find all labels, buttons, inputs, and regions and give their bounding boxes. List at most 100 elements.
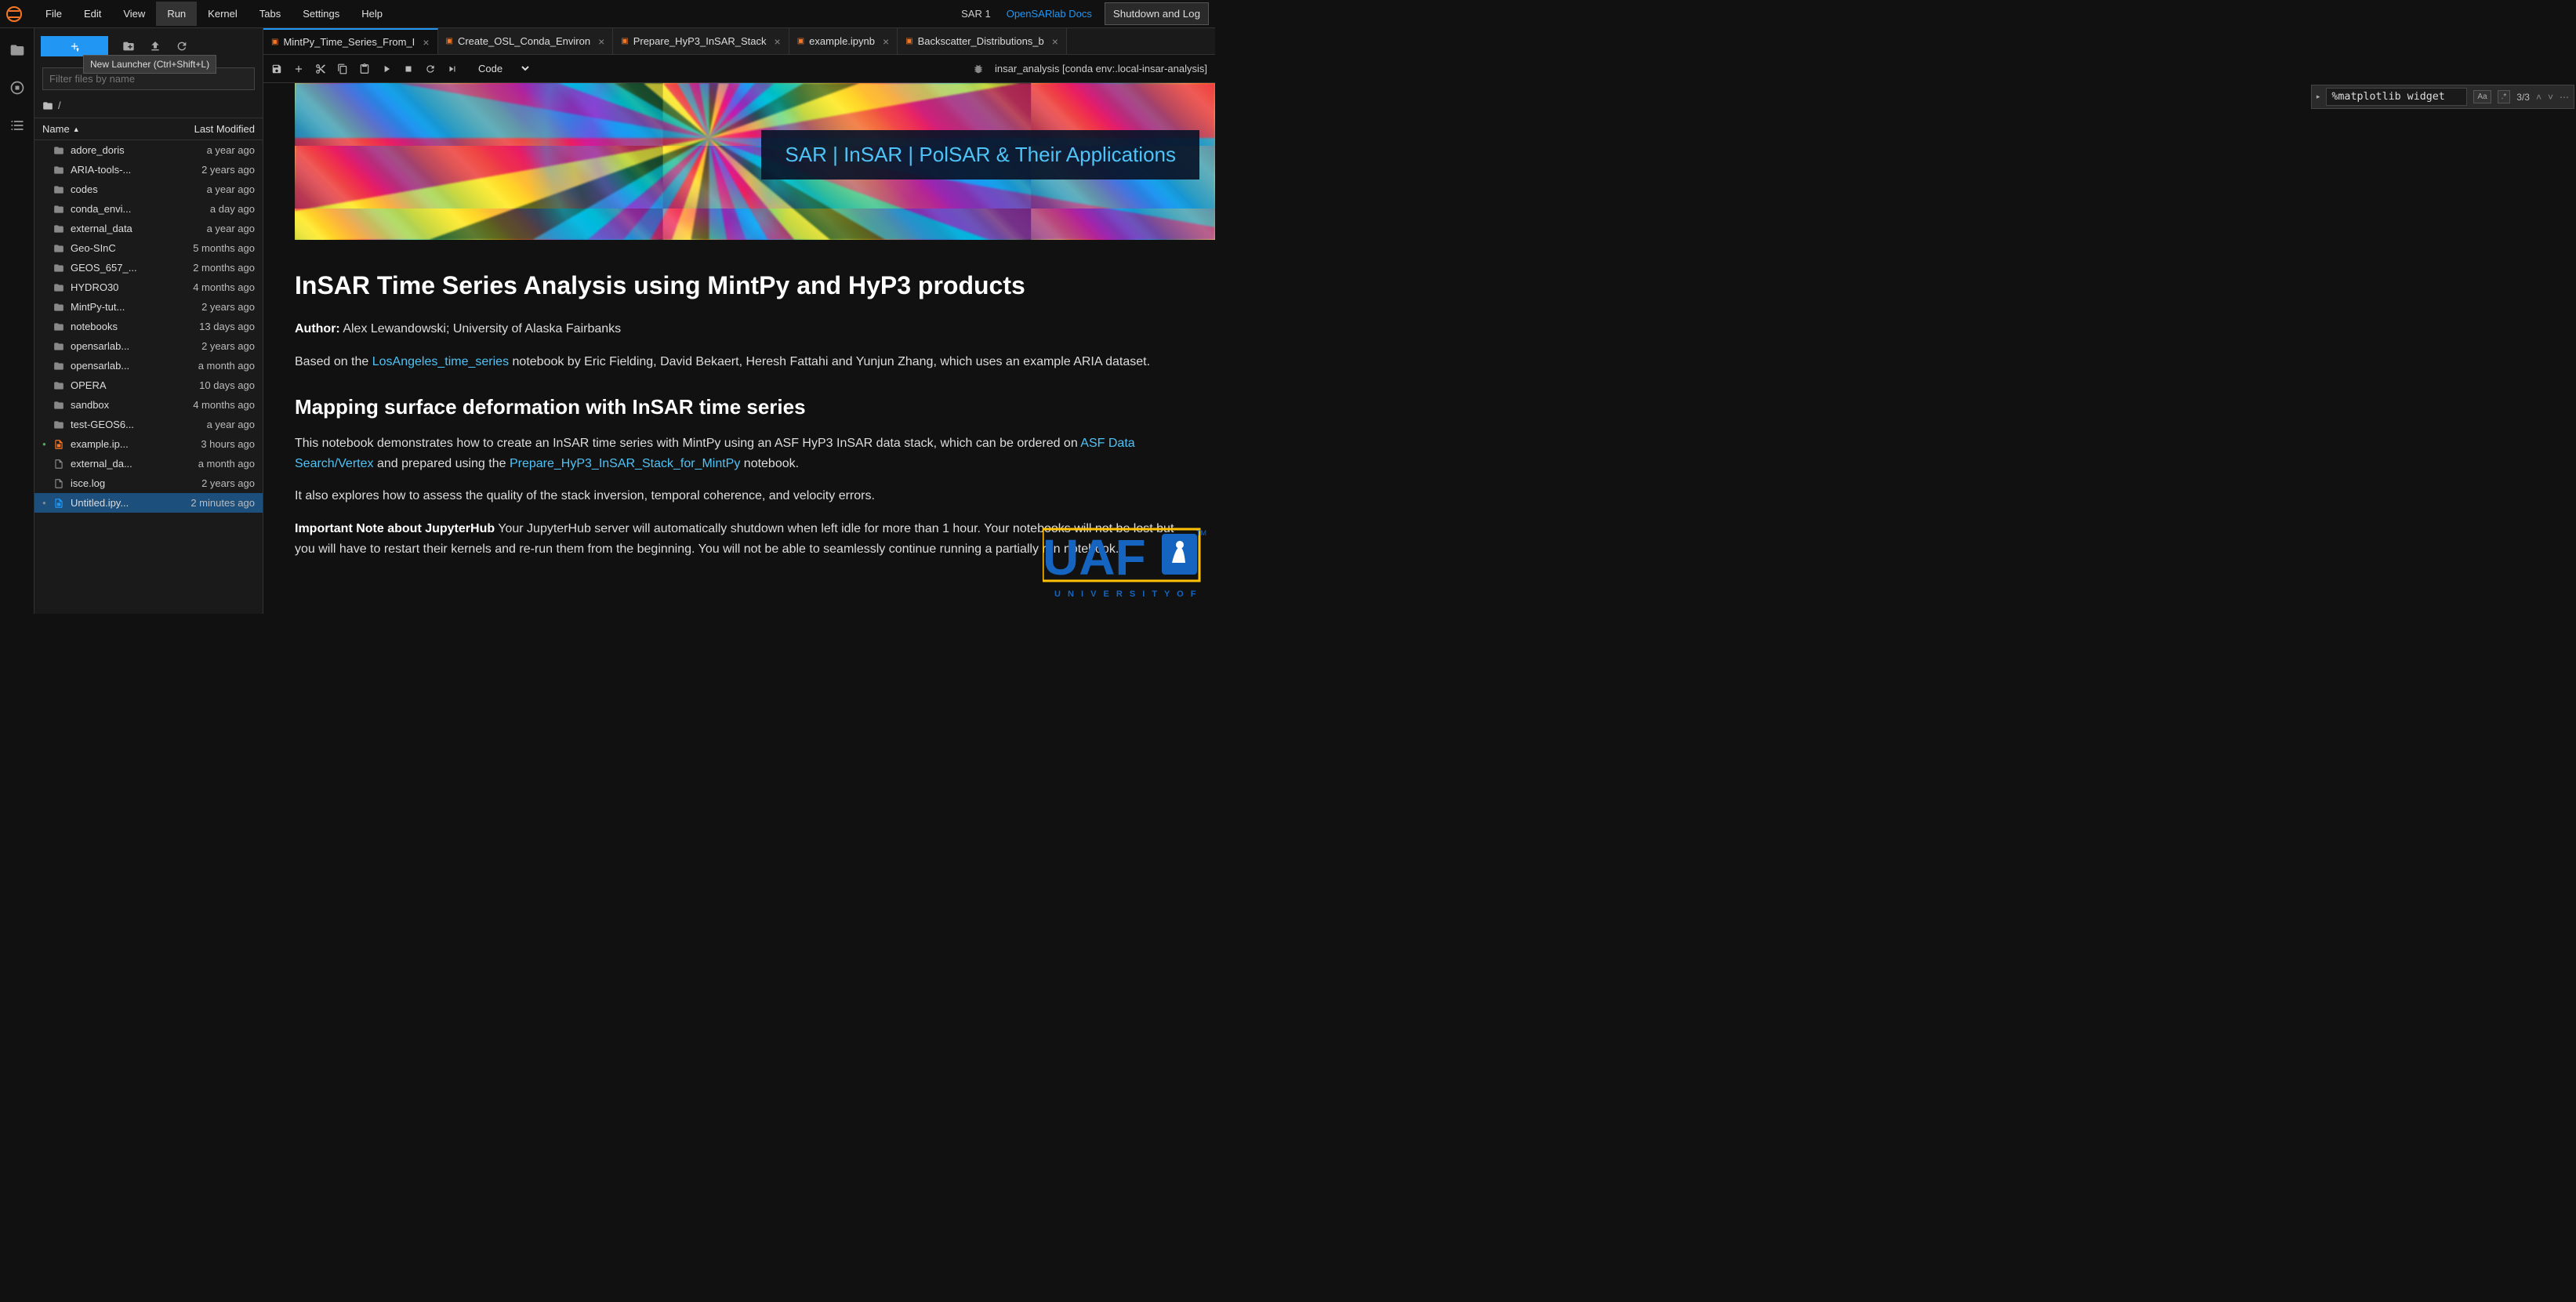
find-prev-icon[interactable]: ˄ xyxy=(2536,92,2542,103)
file-item[interactable]: ●example.ip...3 hours ago xyxy=(34,434,263,454)
find-next-icon[interactable]: ˅ xyxy=(2548,92,2553,103)
close-icon[interactable]: × xyxy=(423,36,429,49)
header-name-column[interactable]: Name ▲ xyxy=(42,123,194,135)
tab[interactable]: ▣example.ipynb× xyxy=(789,28,898,54)
case-sensitive-toggle[interactable]: Aa xyxy=(2473,90,2491,103)
file-name: ARIA-tools-... xyxy=(71,164,195,176)
debugger-icon[interactable] xyxy=(973,63,984,74)
file-item[interactable]: notebooks13 days ago xyxy=(34,317,263,336)
file-item[interactable]: MintPy-tut...2 years ago xyxy=(34,297,263,317)
file-name: opensarlab... xyxy=(71,340,195,352)
folder-icon xyxy=(42,100,53,111)
file-item[interactable]: external_dataa year ago xyxy=(34,219,263,238)
file-modified: a month ago xyxy=(198,360,255,372)
running-terminals-icon[interactable] xyxy=(9,80,25,96)
folder-icon[interactable] xyxy=(9,42,25,58)
intro-paragraph: This notebook demonstrates how to create… xyxy=(295,433,1184,473)
run-icon[interactable] xyxy=(381,63,392,74)
save-icon[interactable] xyxy=(271,63,282,74)
menu-tabs[interactable]: Tabs xyxy=(249,2,292,26)
cell-type-select[interactable]: Code xyxy=(469,59,532,78)
file-name: notebooks xyxy=(71,321,193,332)
menu-file[interactable]: File xyxy=(34,2,73,26)
breadcrumb-root: / xyxy=(58,100,61,111)
activity-bar xyxy=(0,28,34,614)
file-list-header: Name ▲ Last Modified xyxy=(34,118,263,140)
tab[interactable]: ▣Backscatter_Distributions_b× xyxy=(898,28,1067,54)
restart-icon[interactable] xyxy=(425,63,436,74)
file-item[interactable]: Geo-SInC5 months ago xyxy=(34,238,263,258)
file-modified: a year ago xyxy=(207,419,255,430)
kernel-name[interactable]: insar_analysis [conda env:.local-insar-a… xyxy=(995,63,1207,74)
stop-icon[interactable] xyxy=(403,63,414,74)
file-item[interactable]: external_da...a month ago xyxy=(34,454,263,473)
add-cell-icon[interactable] xyxy=(293,63,304,74)
find-input[interactable] xyxy=(2326,88,2467,106)
menu-help[interactable]: Help xyxy=(350,2,394,26)
shutdown-logout-button[interactable]: Shutdown and Log xyxy=(1105,2,1209,25)
opensarlab-docs-link[interactable]: OpenSARlab Docs xyxy=(999,2,1100,26)
find-count: 3/3 xyxy=(2516,92,2530,103)
menu-edit[interactable]: Edit xyxy=(73,2,112,26)
file-item[interactable]: codesa year ago xyxy=(34,180,263,199)
banner-text: SAR | InSAR | PolSAR & Their Application… xyxy=(785,143,1176,167)
file-item[interactable]: OPERA10 days ago xyxy=(34,375,263,395)
find-more-icon[interactable]: ⋯ xyxy=(2560,92,2569,103)
file-item[interactable]: HYDRO304 months ago xyxy=(34,277,263,297)
based-on-line: Based on the LosAngeles_time_series note… xyxy=(295,352,1184,372)
losangeles-link[interactable]: LosAngeles_time_series xyxy=(372,355,509,368)
banner-image: SAR | InSAR | PolSAR & Their Application… xyxy=(295,83,1215,240)
file-item[interactable]: isce.log2 years ago xyxy=(34,473,263,493)
tab[interactable]: ▣Create_OSL_Conda_Environ× xyxy=(438,28,614,54)
file-item[interactable]: opensarlab...a month ago xyxy=(34,356,263,375)
prepare-stack-link[interactable]: Prepare_HyP3_InSAR_Stack_for_MintPy xyxy=(510,457,740,470)
cut-icon[interactable] xyxy=(315,63,326,74)
file-modified: 2 years ago xyxy=(201,340,255,352)
file-modified: a year ago xyxy=(207,183,255,195)
file-modified: 2 minutes ago xyxy=(190,497,255,509)
menu-kernel[interactable]: Kernel xyxy=(197,2,249,26)
new-folder-icon[interactable] xyxy=(122,40,135,53)
menu-run[interactable]: Run xyxy=(156,2,197,26)
regex-toggle[interactable]: .* xyxy=(2498,90,2511,103)
svg-text:U N I V E R S I T Y O F: U N I V E R S I T Y O F xyxy=(1054,589,1199,599)
tab[interactable]: ▣MintPy_Time_Series_From_I× xyxy=(263,28,438,54)
header-modified-column[interactable]: Last Modified xyxy=(194,123,255,135)
jupyter-logo-icon[interactable] xyxy=(6,6,22,22)
refresh-icon[interactable] xyxy=(176,40,188,53)
file-item[interactable]: ●Untitled.ipy...2 minutes ago xyxy=(34,493,263,513)
copy-icon[interactable] xyxy=(337,63,348,74)
file-item[interactable]: ARIA-tools-...2 years ago xyxy=(34,160,263,180)
menu-view[interactable]: View xyxy=(112,2,156,26)
folder-icon xyxy=(53,361,64,372)
tab[interactable]: ▣Prepare_HyP3_InSAR_Stack× xyxy=(613,28,789,54)
file-modified: 2 years ago xyxy=(201,301,255,313)
breadcrumb[interactable]: / xyxy=(34,93,263,118)
collapse-icon[interactable]: ▸ xyxy=(2317,92,2320,101)
toc-icon[interactable] xyxy=(9,118,25,133)
close-icon[interactable]: × xyxy=(775,35,781,48)
file-item[interactable]: test-GEOS6...a year ago xyxy=(34,415,263,434)
file-list: adore_dorisa year agoARIA-tools-...2 yea… xyxy=(34,140,263,614)
file-name: isce.log xyxy=(71,477,195,489)
folder-icon xyxy=(53,321,64,332)
paste-icon[interactable] xyxy=(359,63,370,74)
menu-settings[interactable]: Settings xyxy=(292,2,350,26)
top-menu-bar: FileEditViewRunKernelTabsSettingsHelp SA… xyxy=(0,0,1215,28)
folder-icon xyxy=(53,302,64,313)
new-launcher-button[interactable] xyxy=(41,36,108,56)
close-icon[interactable]: × xyxy=(1052,35,1058,48)
banner-overlay: SAR | InSAR | PolSAR & Their Application… xyxy=(761,130,1199,180)
file-name: example.ip... xyxy=(71,438,194,450)
restart-run-all-icon[interactable] xyxy=(447,63,458,74)
file-item[interactable]: conda_envi...a day ago xyxy=(34,199,263,219)
file-item[interactable]: opensarlab... 2 years ago xyxy=(34,336,263,356)
file-name: HYDRO30 xyxy=(71,281,187,293)
file-item[interactable]: adore_dorisa year ago xyxy=(34,140,263,160)
close-icon[interactable]: × xyxy=(883,35,889,48)
close-icon[interactable]: × xyxy=(598,35,604,48)
file-name: conda_envi... xyxy=(71,203,204,215)
upload-icon[interactable] xyxy=(149,40,161,53)
file-item[interactable]: GEOS_657_...2 months ago xyxy=(34,258,263,277)
file-item[interactable]: sandbox4 months ago xyxy=(34,395,263,415)
